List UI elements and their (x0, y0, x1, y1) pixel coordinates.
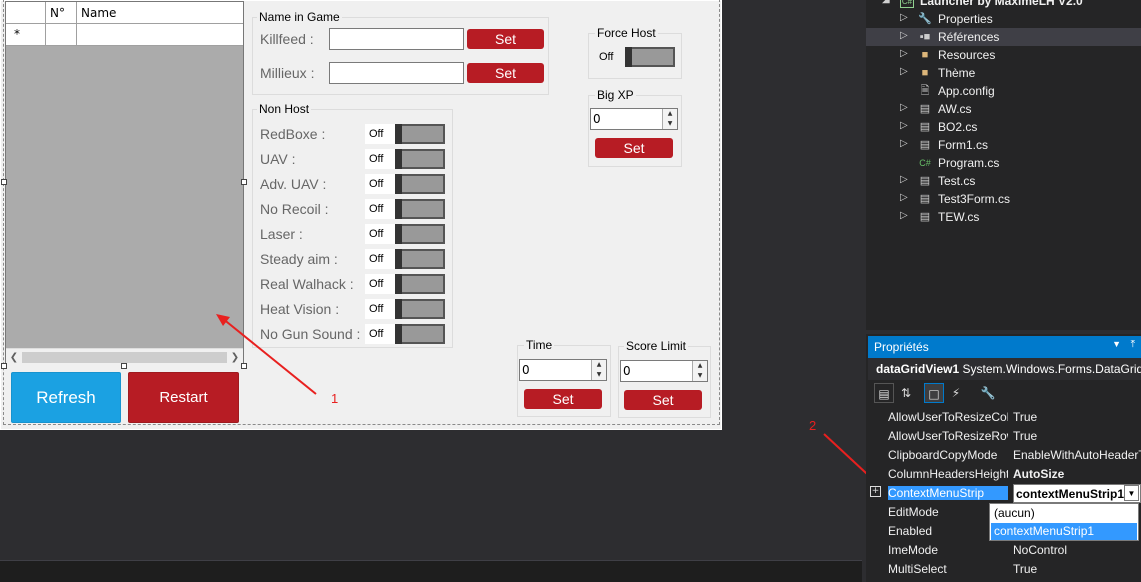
property-row[interactable]: ColumnHeadersHeightSizeMode AutoSize (884, 465, 1141, 484)
properties-object-selector[interactable]: dataGridView1 System.Windows.Forms.DataG… (868, 358, 1141, 380)
property-name: ContextMenuStrip (888, 486, 1008, 500)
project-node[interactable]: ◢ C# Launcher by MaximeLH V2.0 (866, 0, 1141, 10)
annotation-label-2: 2 (809, 418, 817, 433)
folder-icon: ■ (921, 49, 929, 61)
property-value[interactable]: EnableWithAutoHeaderText (1013, 448, 1141, 462)
property-row[interactable]: AllowUserToResizeColumns True (884, 408, 1141, 427)
properties-toolbar: ▤ ⇅ □ ⚡ 🔧 (868, 380, 1141, 408)
bottom-panel (0, 560, 862, 582)
events-icon[interactable]: ⚡ (946, 383, 966, 403)
expand-arrow-icon[interactable]: ▷ (900, 12, 908, 23)
property-value[interactable]: True (1013, 410, 1141, 424)
solution-item-label: Properties (938, 12, 993, 26)
solution-item-label: Program.cs (938, 156, 1000, 170)
form-icon: ▤ (919, 121, 931, 133)
solution-item-label: Thème (938, 66, 976, 80)
object-type: System.Windows.Forms.DataGridView (962, 362, 1141, 376)
solution-item-label: Form1.cs (938, 138, 989, 152)
annotation-label-1: 1 (331, 391, 339, 406)
property-name: ColumnHeadersHeightSizeMode (888, 467, 1008, 481)
property-value[interactable]: True (1013, 429, 1141, 443)
property-name: ClipboardCopyMode (888, 448, 998, 462)
expand-arrow-icon[interactable]: ▷ (900, 30, 908, 41)
dropdown-arrow-icon[interactable]: ▼ (1124, 485, 1139, 501)
property-name: AllowUserToResizeRows (888, 429, 1008, 443)
solution-item-label: App.config (938, 84, 995, 98)
expand-arrow-icon[interactable]: ▷ (900, 120, 908, 131)
alphabetical-icon[interactable]: ⇅ (896, 383, 916, 403)
expand-arrow-icon[interactable]: ▷ (900, 138, 908, 149)
solution-item[interactable]: ▷ ▤ AW.cs (866, 100, 1141, 118)
solution-item[interactable]: ▷ ▤ Form1.cs (866, 136, 1141, 154)
solution-item[interactable]: ▷ ▤ Test3Form.cs (866, 190, 1141, 208)
expand-plus-icon[interactable]: + (870, 486, 881, 497)
solution-item[interactable]: ▷ 🔧 Properties (866, 10, 1141, 28)
solution-item-label: Références (938, 30, 1000, 44)
expand-arrow-icon[interactable]: ▷ (900, 192, 908, 203)
form-icon: ▤ (919, 103, 931, 115)
property-name: ImeMode (888, 543, 939, 557)
project-name: Launcher by MaximeLH V2.0 (920, 0, 1083, 8)
solution-item[interactable]: ▷ ▤ BO2.cs (866, 118, 1141, 136)
expand-arrow-icon[interactable]: ▷ (900, 66, 908, 77)
properties-panel: Propriétés ▼ ⤒ dataGridView1 System.Wind… (866, 334, 1141, 582)
solution-item[interactable]: ▷ ▤ TEW.cs (866, 208, 1141, 226)
property-name: AllowUserToResizeColumns (888, 410, 1008, 424)
property-row[interactable]: ImeMode NoControl (884, 541, 1141, 560)
property-value[interactable]: contextMenuStrip1 (1013, 484, 1141, 503)
categorized-icon[interactable]: ▤ (874, 383, 894, 403)
dropdown-option-aucun[interactable]: (aucun) (991, 505, 1137, 522)
expand-arrow-icon[interactable]: ▷ (900, 210, 908, 221)
properties-title: Propriétés (874, 340, 929, 354)
folder-icon: ■ (921, 67, 929, 79)
dropdown-icon[interactable]: ▼ (1112, 339, 1121, 349)
solution-item-label: AW.cs (938, 102, 972, 116)
property-row[interactable]: AllowUserToResizeRows True (884, 427, 1141, 446)
solution-item-label: TEW.cs (938, 210, 980, 224)
form-icon: ▤ (919, 211, 931, 223)
solution-item[interactable]: ▷ ■ Thème (866, 64, 1141, 82)
pin-icon[interactable]: ⤒ (1131, 339, 1135, 350)
solution-item[interactable]: 🗎 App.config (866, 82, 1141, 100)
wrench-icon: 🔧 (918, 13, 932, 25)
expand-arrow-icon[interactable]: ▷ (900, 48, 908, 59)
form-icon: ▤ (919, 139, 931, 151)
solution-item[interactable]: ▷ ■ Resources (866, 46, 1141, 64)
form-icon: ▤ (919, 175, 931, 187)
expand-arrow-icon[interactable]: ◢ (882, 0, 890, 5)
solution-item[interactable]: C# Program.cs (866, 154, 1141, 172)
properties-view-icon[interactable]: □ (924, 383, 944, 403)
property-name: MultiSelect (888, 562, 947, 576)
context-menu-dropdown-list[interactable]: (aucun) contextMenuStrip1 (989, 503, 1139, 541)
dropdown-option-contextmenustrip1[interactable]: contextMenuStrip1 (991, 523, 1137, 540)
solution-item-label: Test.cs (938, 174, 976, 188)
references-icon: ▪■ (919, 31, 931, 43)
property-value[interactable]: AutoSize (1013, 467, 1141, 481)
properties-title-bar: Propriétés ▼ ⤒ (868, 336, 1141, 358)
solution-item[interactable]: ▷ ▤ Test.cs (866, 172, 1141, 190)
csharp-project-icon: C# (900, 0, 914, 8)
csharp-icon: C# (919, 158, 931, 168)
property-row[interactable]: ClipboardCopyMode EnableWithAutoHeaderTex… (884, 446, 1141, 465)
solution-item[interactable]: ▷ ▪■ Références (866, 28, 1141, 46)
expand-arrow-icon[interactable]: ▷ (900, 102, 908, 113)
solution-item-label: Test3Form.cs (938, 192, 1011, 206)
property-pages-icon[interactable]: 🔧 (978, 383, 998, 403)
property-row[interactable]: ContextMenuStrip contextMenuStrip1 ▼ (884, 484, 1141, 503)
solution-explorer: ◢ C# Launcher by MaximeLH V2.0 ▷ 🔧 Propert… (866, 0, 1141, 330)
property-row[interactable]: MultiSelect True (884, 560, 1141, 579)
solution-item-label: BO2.cs (938, 120, 978, 134)
form-icon: ▤ (919, 193, 931, 205)
property-value[interactable]: True (1013, 562, 1141, 576)
object-name: dataGridView1 (876, 362, 960, 376)
config-file-icon: 🗎 (920, 85, 930, 97)
property-value[interactable]: NoControl (1013, 543, 1141, 557)
expand-arrow-icon[interactable]: ▷ (900, 174, 908, 185)
solution-item-label: Resources (938, 48, 996, 62)
